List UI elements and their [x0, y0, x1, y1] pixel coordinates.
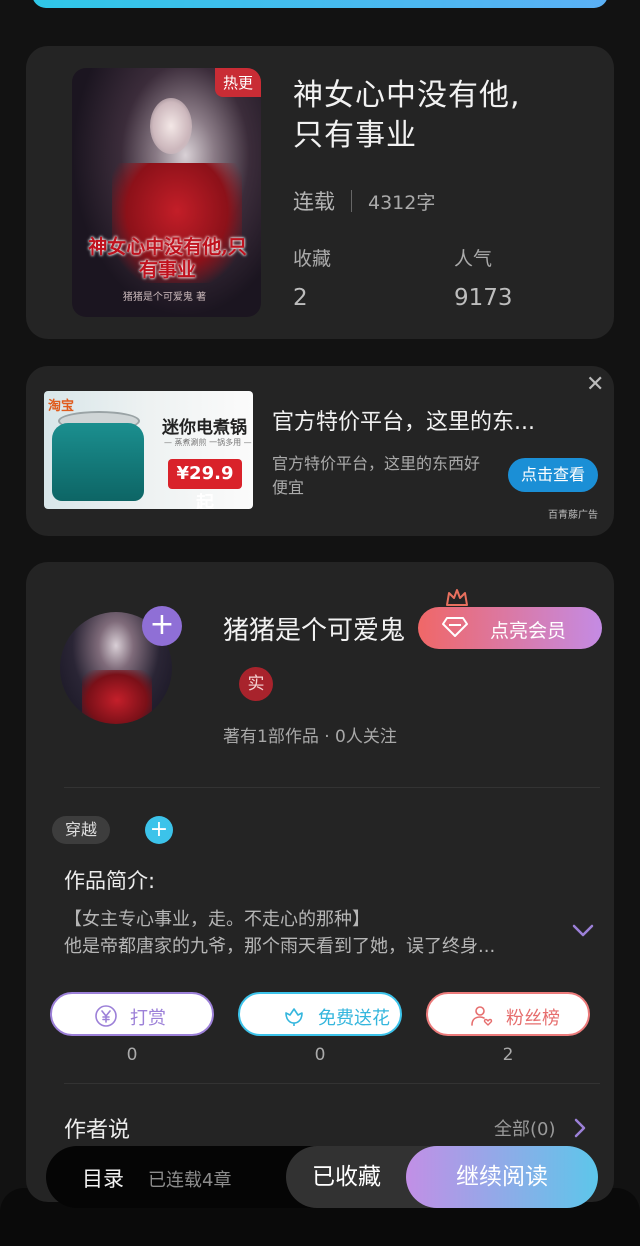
top-bar — [0, 0, 640, 10]
fans-count: 2 — [502, 1045, 514, 1065]
toc-button[interactable]: 目录 — [82, 1163, 124, 1193]
tag-chip[interactable]: 穿越 — [52, 816, 111, 844]
favorites-label: 收藏 — [293, 248, 332, 270]
vip-button[interactable]: 点亮会员 — [418, 607, 602, 649]
fans-ranking-button[interactable]: 粉丝榜 — [426, 992, 590, 1036]
top-action-button[interactable] — [32, 0, 608, 8]
flower-count: 0 — [314, 1045, 326, 1065]
close-icon[interactable]: ✕ — [586, 372, 604, 397]
fans-ranking-label: 粉丝榜 — [506, 1008, 560, 1029]
book-status-row: 连载 4312字 — [293, 186, 435, 216]
hot-update-badge: 热更 — [214, 68, 261, 97]
bottom-action-bar: 目录 已连载4章 已收藏 继续阅读 — [46, 1146, 598, 1208]
intro-title: 作品简介: — [64, 869, 156, 893]
chevron-right-icon[interactable] — [574, 1118, 586, 1138]
author-says-title: 作者说 — [64, 1118, 131, 1143]
author-says-all-link[interactable]: 全部(0) — [494, 1115, 556, 1141]
send-flower-button[interactable]: 免费送花 — [238, 992, 402, 1036]
cover-title: 神女心中没有他,只有事业 — [88, 236, 247, 281]
verified-badge: 实 — [239, 667, 273, 701]
ad-image-tagline: — 蒸煮涮煎 一锅多用 — — [164, 438, 252, 447]
word-count: 4312字 — [368, 191, 436, 214]
intro-line1: 【女主专心事业，走。不走心的那种】 — [64, 909, 370, 930]
chevron-down-icon[interactable] — [572, 924, 594, 938]
book-title: 神女心中没有他, 只有事业 — [293, 76, 583, 156]
ad-view-button[interactable]: 点击查看 — [508, 458, 598, 492]
serial-status: 连载 — [293, 190, 335, 214]
popularity-value: 9173 — [454, 285, 513, 311]
book-cover[interactable]: 神女心中没有他,只有事业 猪猪是个可爱鬼 著 热更 — [72, 68, 261, 317]
author-name[interactable]: 猪猪是个可爱鬼 — [223, 610, 405, 647]
status-divider — [351, 190, 352, 212]
ad-source-label: 百青藤广告 — [548, 510, 598, 521]
favorites-value: 2 — [293, 285, 308, 311]
pot-graphic — [52, 423, 144, 501]
popularity-stat: 人气 9173 — [454, 244, 513, 311]
send-flower-label: 免费送花 — [318, 1008, 390, 1029]
ad-image-price: ¥29.9起 — [168, 459, 242, 509]
diamond-icon — [442, 617, 468, 637]
reward-button[interactable]: 打赏 — [50, 992, 214, 1036]
vip-button-label: 点亮会员 — [490, 620, 567, 642]
ad-card[interactable]: 淘宝 迷你电煮锅 — 蒸煮涮煎 一锅多用 — ¥29.9起 官方特价平台，这里的… — [26, 366, 614, 536]
section-divider — [64, 787, 600, 788]
yen-coin-icon — [95, 1005, 117, 1027]
intro-line2: 他是帝都唐家的九爷，那个雨天看到了她，误了终身... — [64, 936, 496, 957]
book-info-card: 神女心中没有他,只有事业 猪猪是个可爱鬼 著 热更 神女心中没有他, 只有事业 … — [26, 46, 614, 339]
reward-label: 打赏 — [130, 1008, 166, 1029]
flower-icon — [285, 1008, 303, 1026]
author-works-info: 著有1部作品 · 0人关注 — [223, 727, 397, 747]
user-heart-icon — [471, 1006, 493, 1026]
popularity-label: 人气 — [454, 248, 493, 270]
continue-reading-button[interactable]: 继续阅读 — [406, 1146, 598, 1208]
crown-icon — [446, 589, 468, 606]
add-tag-button[interactable]: + — [145, 816, 173, 844]
chapter-progress[interactable]: 已连载4章 — [148, 1166, 231, 1192]
ad-image[interactable]: 淘宝 迷你电煮锅 — 蒸煮涮煎 一锅多用 — ¥29.9起 — [44, 391, 253, 509]
book-title-line2: 只有事业 — [293, 118, 417, 153]
ad-title[interactable]: 官方特价平台，这里的东... — [272, 404, 535, 436]
ad-image-product: 迷你电煮锅 — [162, 418, 247, 438]
cover-figure — [150, 98, 192, 154]
author-card: + 猪猪是个可爱鬼 点亮会员 实 著有1部作品 · 0人关注 穿越 + 作品简介… — [26, 562, 614, 1202]
ad-description: 官方特价平台，这里的东西好便宜 — [272, 454, 481, 497]
section-divider — [64, 1083, 600, 1084]
reward-count: 0 — [126, 1045, 138, 1065]
book-title-line1: 神女心中没有他, — [293, 78, 521, 113]
follow-plus-button[interactable]: + — [142, 606, 182, 646]
cover-author: 猪猪是个可爱鬼 著 — [122, 292, 207, 303]
favorites-stat: 收藏 2 — [293, 244, 331, 311]
ad-image-brand: 淘宝 — [48, 399, 75, 414]
avatar-art — [82, 670, 152, 724]
intro-text[interactable]: 【女主专心事业，走。不走心的那种】 他是帝都唐家的九爷，那个雨天看到了她，误了终… — [64, 906, 564, 960]
